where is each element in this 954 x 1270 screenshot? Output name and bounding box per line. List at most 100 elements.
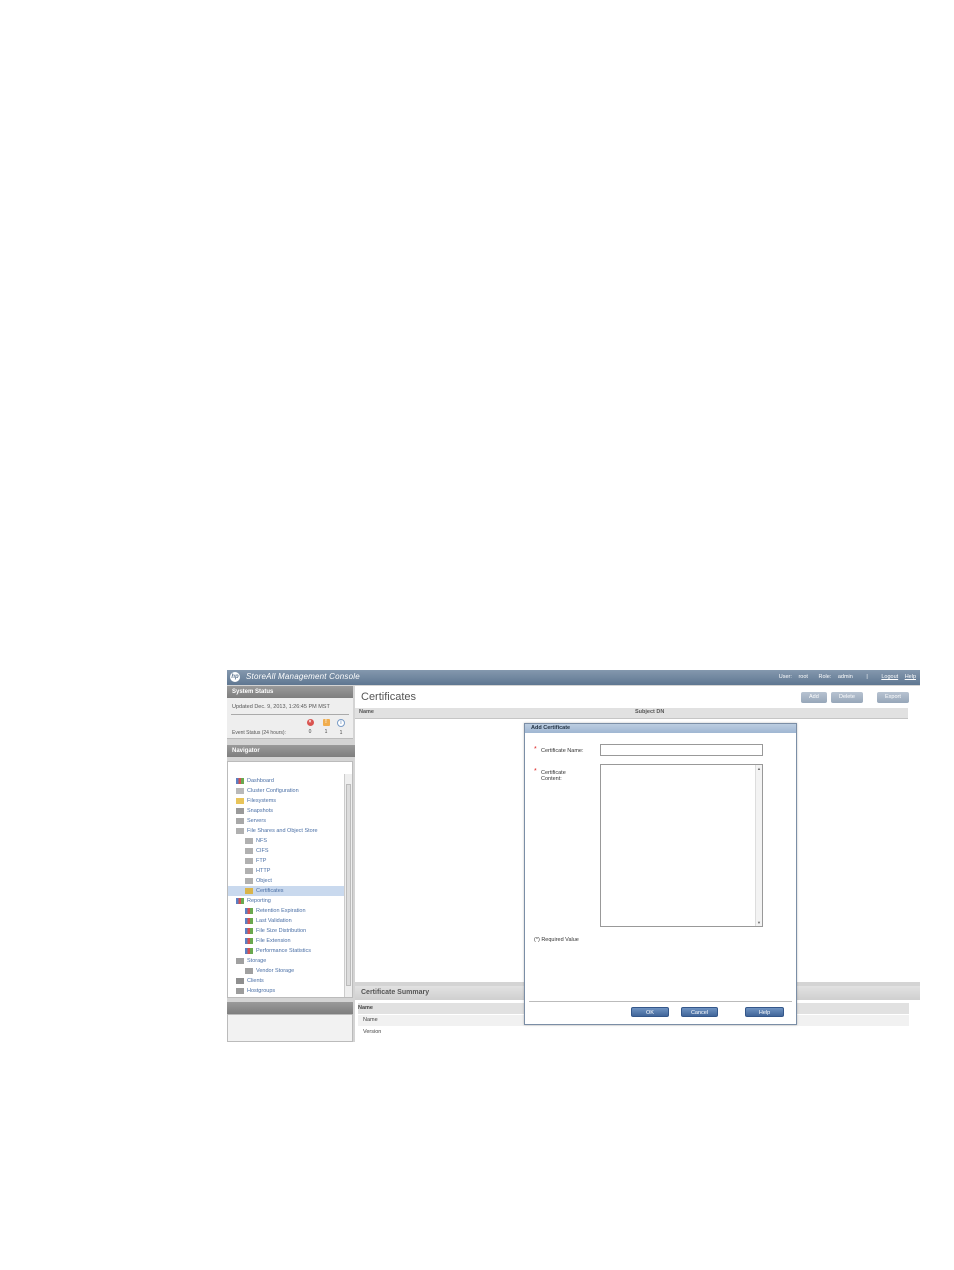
- info-icon: i: [337, 719, 345, 727]
- warning-count: 1: [324, 729, 328, 735]
- nav-item-snapshots[interactable]: Snapshots: [236, 806, 273, 816]
- nav-item-label: Cluster Configuration: [247, 788, 299, 794]
- chart-icon: [245, 907, 253, 914]
- nav-item-label: File Extension: [256, 938, 291, 944]
- cancel-button[interactable]: Cancel: [681, 1007, 718, 1017]
- nav-item-reporting[interactable]: Reporting: [236, 896, 271, 906]
- certificate-name-input[interactable]: [600, 744, 763, 756]
- share-icon: [245, 857, 253, 864]
- column-name[interactable]: Name: [359, 709, 374, 715]
- add-button[interactable]: Add: [801, 692, 827, 703]
- warning-icon: !: [322, 719, 330, 726]
- certificate-icon: [245, 887, 253, 894]
- scroll-down-icon[interactable]: ▼: [756, 920, 762, 925]
- nav-item-cifs[interactable]: CIFS: [245, 846, 269, 856]
- navigator-tree: Dashboard Cluster Configuration Filesystem…: [227, 761, 353, 998]
- nav-item-file-size-distribution[interactable]: File Size Distribution: [245, 926, 306, 936]
- scrollbar-thumb[interactable]: [346, 784, 351, 986]
- page-title: Certificates: [361, 691, 417, 703]
- warning-events[interactable]: ! 1: [322, 719, 330, 735]
- chart-icon: [236, 897, 244, 904]
- folder-icon: [236, 797, 244, 804]
- storage-icon: [236, 957, 244, 964]
- chart-icon: [245, 917, 253, 924]
- updated-timestamp: Updated Dec. 9, 2013, 1:26:45 PM MST: [232, 704, 330, 710]
- nav-item-label: NFS: [256, 838, 267, 844]
- required-marker: *: [534, 768, 537, 775]
- navigator-title: Navigator: [227, 745, 358, 757]
- client-icon: [236, 977, 244, 984]
- critical-events[interactable]: × 0: [306, 719, 314, 735]
- export-button[interactable]: Export: [877, 692, 909, 703]
- header-divider: |: [866, 674, 868, 680]
- nav-item-label: CIFS: [256, 848, 269, 854]
- nav-item-dashboard[interactable]: Dashboard: [236, 776, 274, 786]
- app-header: hp StoreAll Management Console User: roo…: [227, 670, 920, 685]
- certificate-name-label: Certificate Name:: [541, 748, 584, 754]
- info-count: 1: [339, 730, 343, 736]
- certificate-content-textarea[interactable]: ▲ ▼: [600, 764, 763, 927]
- nav-item-label: Reporting: [247, 898, 271, 904]
- nav-item-nfs[interactable]: NFS: [245, 836, 267, 846]
- chart-icon: [245, 927, 253, 934]
- nav-item-clients[interactable]: Clients: [236, 976, 264, 986]
- nav-item-vendor-storage[interactable]: Vendor Storage: [245, 966, 294, 976]
- gear-icon: [236, 787, 244, 794]
- certificate-content-label-line2: Content:: [541, 776, 562, 782]
- nav-item-cluster-configuration[interactable]: Cluster Configuration: [236, 786, 299, 796]
- help-button[interactable]: Help: [745, 1007, 784, 1017]
- nav-item-label: Performance Statistics: [256, 948, 312, 954]
- navigator-scrollbar[interactable]: [344, 774, 352, 997]
- nav-item-file-shares-and-object-store[interactable]: File Shares and Object Store: [236, 826, 318, 836]
- nav-item-label: Hostgroups: [247, 988, 276, 994]
- logout-link[interactable]: Logout: [881, 674, 898, 680]
- nav-item-storage[interactable]: Storage: [236, 956, 266, 966]
- nav-item-filesystems[interactable]: Filesystems: [236, 796, 276, 806]
- nav-item-certificates[interactable]: Certificates: [228, 886, 345, 896]
- nav-item-label: Servers: [247, 818, 266, 824]
- nav-item-object[interactable]: Object: [245, 876, 272, 886]
- nav-item-label: Storage: [247, 958, 267, 964]
- nav-item-label: Last Validation: [256, 918, 292, 924]
- share-icon: [245, 877, 253, 884]
- nav-item-label: Certificates: [256, 888, 284, 894]
- snapshot-icon: [236, 807, 244, 814]
- nav-item-label: HTTP: [256, 868, 271, 874]
- nav-item-performance-statistics[interactable]: Performance Statistics: [245, 946, 311, 956]
- nav-item-ftp[interactable]: FTP: [245, 856, 266, 866]
- nav-item-hostgroups[interactable]: Hostgroups: [236, 986, 275, 996]
- nav-item-label: File Size Distribution: [256, 928, 307, 934]
- left-sidebar: System Status Updated Dec. 9, 2013, 1:26…: [227, 686, 358, 1042]
- system-status-title: System Status: [227, 686, 353, 698]
- summary-row-version: Version: [358, 1027, 909, 1038]
- user-info: User: root Role: admin | Logout Help: [774, 673, 916, 682]
- nav-item-last-validation[interactable]: Last Validation: [245, 916, 292, 926]
- chart-icon: [245, 947, 253, 954]
- ok-button[interactable]: OK: [631, 1007, 669, 1017]
- scroll-up-icon[interactable]: ▲: [756, 766, 762, 771]
- nav-item-label: Snapshots: [247, 808, 273, 814]
- nav-item-label: File Shares and Object Store: [247, 828, 318, 834]
- textarea-scrollbar[interactable]: ▲ ▼: [755, 765, 762, 926]
- share-icon: [236, 827, 244, 834]
- share-icon: [245, 837, 253, 844]
- dialog-title: Add Certificate: [525, 724, 796, 733]
- nav-item-retention-expiration[interactable]: Retention Expiration: [245, 906, 306, 916]
- nav-item-label: FTP: [256, 858, 267, 864]
- user-value: root: [798, 674, 808, 680]
- nav-item-servers[interactable]: Servers: [236, 816, 266, 826]
- nav-item-label: Clients: [247, 978, 264, 984]
- storage-icon: [245, 967, 253, 974]
- info-events[interactable]: i 1: [337, 719, 345, 736]
- column-subject-dn[interactable]: Subject DN: [635, 709, 664, 715]
- certificates-table-header: Name Subject DN: [355, 708, 908, 719]
- details-panel-header: [227, 1002, 353, 1014]
- delete-button[interactable]: Delete: [831, 692, 863, 703]
- dialog-footer-divider: [529, 1001, 792, 1002]
- nav-item-http[interactable]: HTTP: [245, 866, 270, 876]
- critical-icon: ×: [306, 719, 314, 726]
- help-link[interactable]: Help: [905, 674, 916, 680]
- nav-item-file-extension[interactable]: File Extension: [245, 936, 291, 946]
- required-marker: *: [534, 746, 537, 753]
- system-status-panel: Updated Dec. 9, 2013, 1:26:45 PM MST Eve…: [227, 698, 353, 739]
